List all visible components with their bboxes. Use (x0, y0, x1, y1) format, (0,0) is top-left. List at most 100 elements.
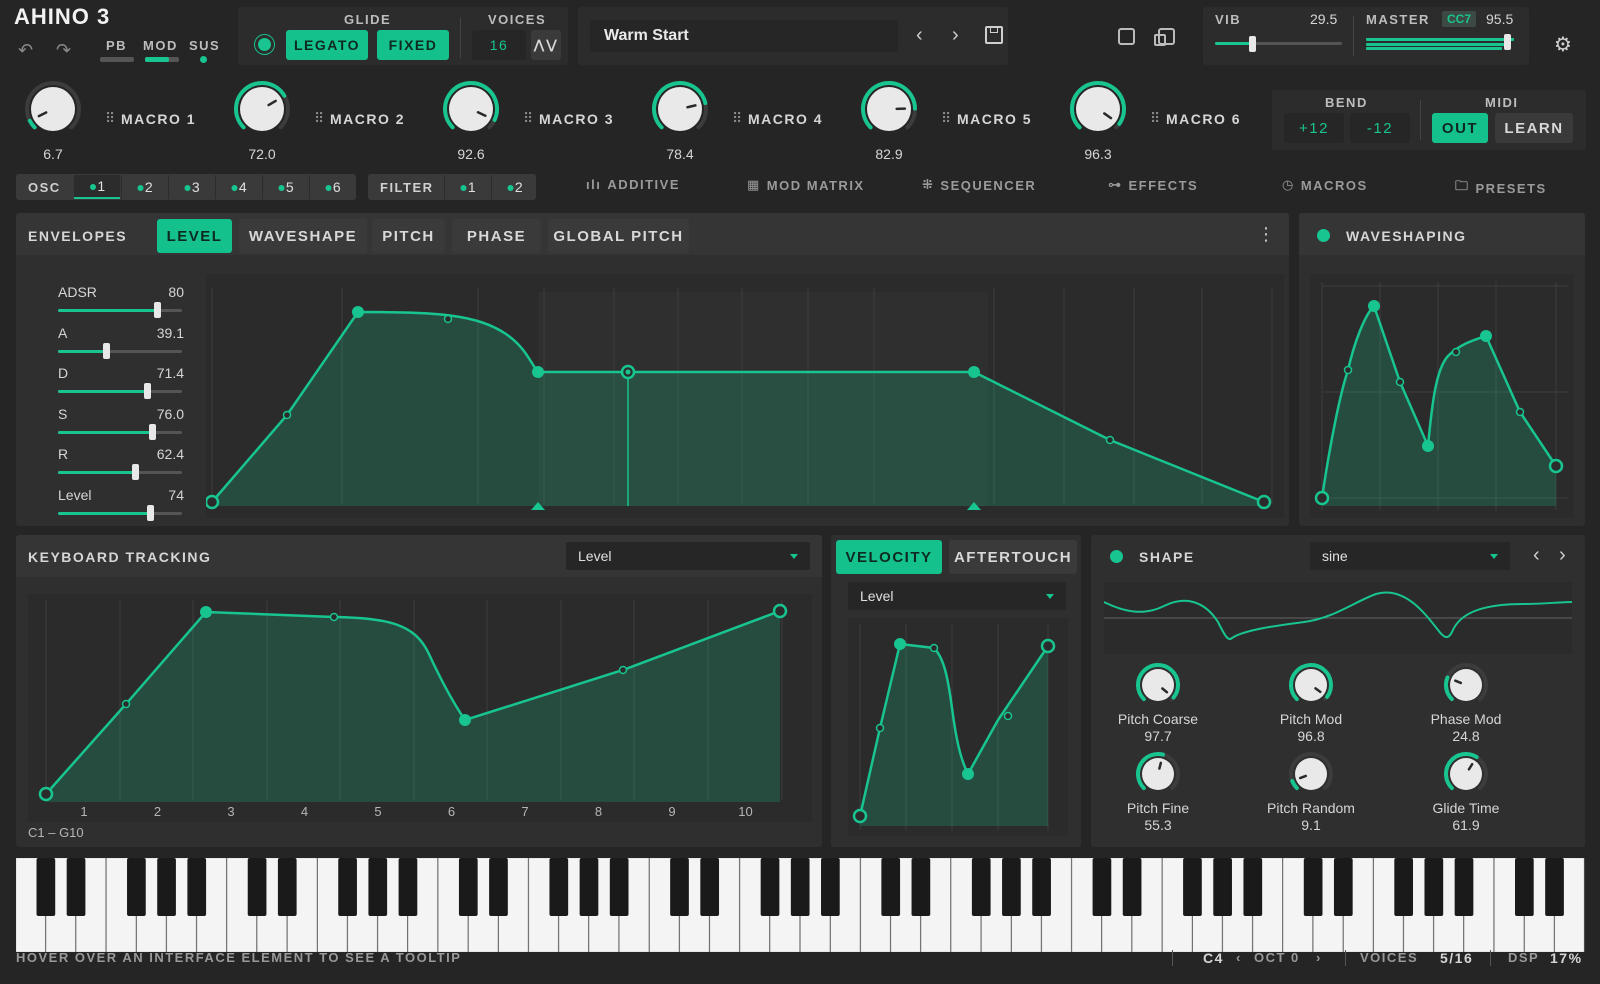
tab-velocity[interactable]: VELOCITY (836, 540, 942, 574)
black-key[interactable] (368, 858, 388, 916)
save-icon[interactable] (985, 26, 1003, 44)
black-key[interactable] (760, 858, 780, 916)
curve-endpoint[interactable] (1256, 494, 1272, 510)
oct-next-icon[interactable]: › (1316, 950, 1322, 965)
drag-handle-icon[interactable]: ⠿ (314, 110, 324, 127)
black-key[interactable] (1243, 858, 1263, 916)
black-key[interactable] (157, 858, 176, 916)
black-key[interactable] (247, 858, 267, 916)
shape-power-indicator[interactable] (1110, 550, 1123, 563)
shape-prev-icon[interactable]: ‹ (1533, 544, 1540, 567)
black-key[interactable] (127, 858, 146, 916)
filter-tab-1[interactable]: ● 1 (444, 175, 490, 199)
legato-button[interactable]: LEGATO (286, 30, 368, 60)
undo-icon[interactable]: ↶ (18, 40, 33, 61)
black-key[interactable] (1333, 858, 1353, 916)
black-key[interactable] (790, 858, 810, 916)
redo-icon[interactable]: ↷ (56, 40, 71, 61)
black-key[interactable] (1002, 858, 1021, 916)
waveshaping-power-indicator[interactable] (1317, 229, 1330, 242)
curve-node[interactable] (532, 366, 544, 378)
voices-mode-icon[interactable]: ⋀⋁ (531, 30, 561, 60)
oct-prev-icon[interactable]: ‹ (1236, 950, 1242, 965)
black-key[interactable] (1303, 858, 1323, 916)
tab-presets[interactable]: 🗀 PRESETS (1455, 177, 1547, 199)
piano-keyboard[interactable] (16, 858, 1585, 952)
env-param-slider-thumb[interactable] (103, 342, 111, 359)
osc-tab-4[interactable]: ● 4 (215, 175, 261, 199)
black-key[interactable] (66, 858, 86, 916)
vib-slider-thumb[interactable] (1248, 36, 1256, 52)
curve-handle[interactable] (329, 612, 339, 622)
black-key[interactable] (911, 858, 931, 916)
envelope-graph[interactable] (206, 274, 1284, 518)
shape-select[interactable]: sine (1310, 542, 1510, 570)
black-key[interactable] (1092, 858, 1112, 916)
osc-tab-2[interactable]: ● 2 (121, 175, 167, 199)
drag-handle-icon[interactable]: ⠿ (732, 110, 742, 127)
black-key[interactable] (1122, 858, 1142, 916)
tab-effects[interactable]: ⊶ EFFECTS (1108, 177, 1198, 193)
black-key[interactable] (700, 858, 720, 916)
shape-knob-pitch-fine[interactable] (1136, 752, 1180, 791)
curve-node[interactable] (459, 714, 471, 726)
black-key[interactable] (609, 858, 629, 916)
envelope-tab-level[interactable]: LEVEL (157, 219, 232, 253)
curve-handle[interactable] (875, 723, 885, 733)
curve-handle[interactable] (618, 665, 628, 675)
curve-node[interactable] (968, 366, 980, 378)
osc-tab-6[interactable]: ● 6 (309, 175, 355, 199)
env-param-slider-thumb[interactable] (149, 423, 157, 440)
drag-handle-icon[interactable]: ⠿ (941, 110, 951, 127)
black-key[interactable] (1213, 858, 1232, 916)
bend-down-button[interactable]: -12 (1350, 113, 1410, 143)
macro-knob-6[interactable] (1070, 81, 1126, 131)
drag-handle-icon[interactable]: ⠿ (105, 110, 115, 127)
curve-node[interactable] (1368, 300, 1380, 312)
drag-handle-icon[interactable]: ⠿ (523, 110, 533, 127)
black-key[interactable] (1394, 858, 1414, 916)
black-key[interactable] (1545, 858, 1564, 916)
master-slider-thumb[interactable] (1504, 34, 1512, 50)
curve-endpoint[interactable] (38, 786, 54, 802)
curve-handle[interactable] (282, 410, 292, 420)
curve-endpoint[interactable] (852, 808, 868, 824)
curve-node[interactable] (894, 638, 906, 650)
settings-gear-icon[interactable]: ⚙ (1554, 32, 1572, 57)
env-param-slider-thumb[interactable] (143, 383, 151, 399)
black-key[interactable] (670, 858, 689, 916)
black-key[interactable] (1454, 858, 1474, 916)
black-key[interactable] (549, 858, 569, 916)
shape-next-icon[interactable]: › (1559, 544, 1566, 567)
curve-handle[interactable] (1343, 365, 1353, 375)
bend-up-button[interactable]: +12 (1284, 113, 1344, 143)
preset-name-field[interactable]: Warm Start (590, 20, 898, 52)
glide-power-indicator[interactable] (258, 38, 271, 51)
env-param-slider-thumb[interactable] (154, 302, 162, 318)
curve-handle[interactable] (1451, 347, 1461, 357)
black-key[interactable] (489, 858, 508, 916)
tab-sequencer[interactable]: ⁜ SEQUENCER (922, 177, 1036, 193)
shape-knob-phase-mod[interactable] (1444, 663, 1488, 702)
shape-knob-pitch-mod[interactable] (1289, 663, 1333, 702)
curve-node[interactable] (200, 606, 212, 618)
osc-tab-1[interactable]: ● 1 (74, 175, 120, 199)
black-key[interactable] (1514, 858, 1534, 916)
voices-value[interactable]: 16 (472, 30, 526, 60)
waveshaping-graph[interactable] (1310, 274, 1574, 518)
master-meter[interactable] (1366, 38, 1514, 50)
curve-handle[interactable] (1515, 407, 1525, 417)
tab-mod-matrix[interactable]: ▦ MOD MATRIX (747, 177, 865, 193)
midi-out-button[interactable]: OUT (1432, 113, 1488, 143)
copy-window-icon[interactable] (1154, 28, 1175, 46)
velocity-select[interactable]: Level (848, 582, 1066, 610)
preset-next-icon[interactable]: › (952, 24, 959, 47)
curve-handle[interactable] (929, 643, 939, 653)
black-key[interactable] (277, 858, 297, 916)
black-key[interactable] (187, 858, 207, 916)
shape-knob-pitch-coarse[interactable] (1136, 663, 1180, 702)
black-key[interactable] (458, 858, 478, 916)
curve-endpoint[interactable] (772, 603, 788, 619)
black-key[interactable] (36, 858, 56, 916)
osc-tab-3[interactable]: ● 3 (168, 175, 214, 199)
